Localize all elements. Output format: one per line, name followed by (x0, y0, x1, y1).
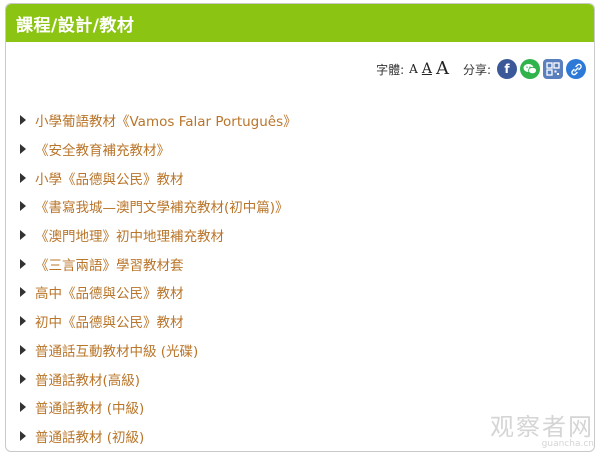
list-item-label[interactable]: 普通話互動教材中級 (光碟) (35, 340, 198, 360)
triangle-bullet-icon (20, 201, 26, 212)
qrcode-glyph-icon (546, 62, 560, 76)
triangle-bullet-icon (20, 172, 26, 183)
share-label: 分享: (462, 62, 491, 77)
content-panel: 課程/設計/教材 字體: A A A 分享: f 小學葡語教材《Vamos Fa… (5, 3, 595, 452)
triangle-bullet-icon (20, 115, 26, 126)
list-item-label[interactable]: 普通話教材 (中級) (35, 397, 144, 417)
list-item-label[interactable]: 高中《品德與公民》教材 (35, 282, 184, 302)
list-item[interactable]: 小學《品德與公民》教材 (20, 163, 297, 192)
list-item[interactable]: 普通話教材(高級) (20, 364, 297, 393)
tool-bar: 字體: A A A 分享: f (376, 59, 586, 79)
list-item-label[interactable]: 小學《品德與公民》教材 (35, 168, 184, 188)
triangle-bullet-icon (20, 230, 26, 241)
facebook-icon[interactable]: f (497, 59, 517, 79)
list-item-label[interactable]: 《澳門地理》初中地理補充教材 (35, 225, 224, 245)
list-item[interactable]: 普通話互動教材中級 (光碟) (20, 336, 297, 365)
font-size-medium-button[interactable]: A (422, 62, 432, 76)
triangle-bullet-icon (20, 144, 26, 155)
list-item-label[interactable]: 《書寫我城—澳門文學補充教材(初中篇)》 (35, 196, 289, 216)
font-size-large-button[interactable]: A (436, 60, 449, 78)
list-item[interactable]: 初中《品德與公民》教材 (20, 307, 297, 336)
link-icon[interactable] (566, 59, 586, 79)
list-item[interactable]: 小學葡語教材《Vamos Falar Português》 (20, 106, 297, 135)
triangle-bullet-icon (20, 402, 26, 413)
list-item[interactable]: 《書寫我城—澳門文學補充教材(初中篇)》 (20, 192, 297, 221)
wechat-icon[interactable] (520, 59, 540, 79)
section-header: 課程/設計/教材 (6, 4, 594, 42)
wechat-bubbles-icon (523, 64, 537, 75)
site-watermark: 观察者网 guancha.cn (490, 415, 594, 449)
triangle-bullet-icon (20, 316, 26, 327)
list-item[interactable]: 普通話教材 (初級) (20, 422, 297, 451)
list-item-label[interactable]: 《安全教育補充教材》 (35, 139, 170, 159)
list-item[interactable]: 《安全教育補充教材》 (20, 135, 297, 164)
triangle-bullet-icon (20, 430, 26, 441)
list-item[interactable]: 高中《品德與公民》教材 (20, 278, 297, 307)
triangle-bullet-icon (20, 258, 26, 269)
list-item-label[interactable]: 普通話教材(高級) (35, 369, 140, 389)
page-title: 課程/設計/教材 (16, 15, 135, 36)
material-list: 小學葡語教材《Vamos Falar Português》 《安全教育補充教材》小… (20, 106, 297, 450)
triangle-bullet-icon (20, 287, 26, 298)
watermark-en: guancha.cn (541, 439, 594, 449)
list-item[interactable]: 普通話教材 (中級) (20, 393, 297, 422)
list-item-label[interactable]: 《三言兩語》學習教材套 (35, 254, 184, 274)
list-item-label[interactable]: 普通話教材 (初級) (35, 426, 144, 446)
font-size-label: 字體: (376, 62, 405, 77)
triangle-bullet-icon (20, 373, 26, 384)
qrcode-icon[interactable] (543, 59, 563, 79)
list-item-label[interactable]: 小學葡語教材《Vamos Falar Português》 (35, 110, 297, 130)
list-item-label[interactable]: 初中《品德與公民》教材 (35, 311, 184, 331)
chain-link-icon (570, 63, 582, 75)
triangle-bullet-icon (20, 344, 26, 355)
watermark-cn: 观察者网 (490, 413, 594, 441)
list-item[interactable]: 《澳門地理》初中地理補充教材 (20, 221, 297, 250)
list-item[interactable]: 《三言兩語》學習教材套 (20, 249, 297, 278)
font-size-small-button[interactable]: A (409, 63, 418, 75)
